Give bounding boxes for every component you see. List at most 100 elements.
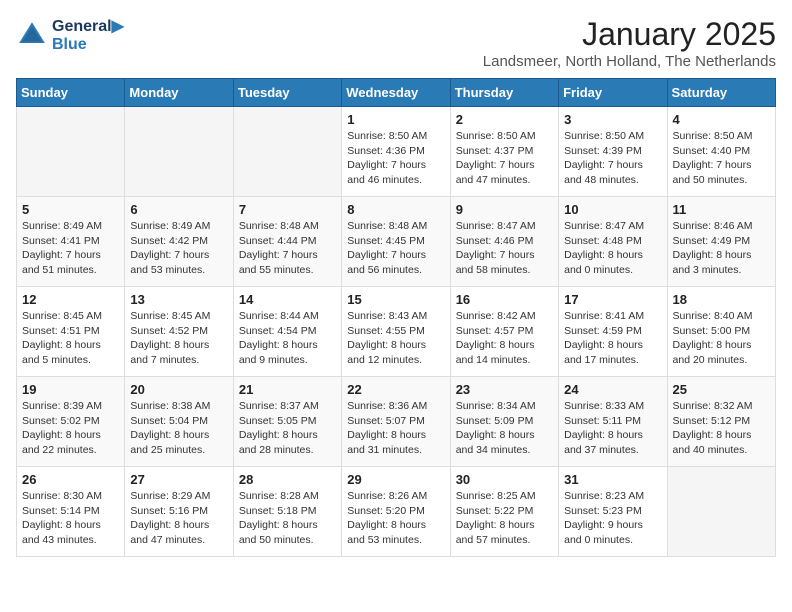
day-number: 21: [239, 382, 336, 397]
day-info: Sunrise: 8:37 AM Sunset: 5:05 PM Dayligh…: [239, 399, 336, 458]
day-info: Sunrise: 8:39 AM Sunset: 5:02 PM Dayligh…: [22, 399, 119, 458]
day-info: Sunrise: 8:45 AM Sunset: 4:52 PM Dayligh…: [130, 309, 227, 368]
day-number: 11: [673, 202, 770, 217]
calendar-cell: 7 Sunrise: 8:48 AM Sunset: 4:44 PM Daylig…: [233, 197, 341, 287]
day-number: 20: [130, 382, 227, 397]
week-row-5: 26Sunrise: 8:30 AM Sunset: 5:14 PM Dayli…: [17, 467, 776, 557]
day-number: 31: [564, 472, 661, 487]
calendar-cell: 2 Sunrise: 8:50 AM Sunset: 4:37 PM Daylig…: [450, 107, 558, 197]
calendar-cell: 29 Sunrise: 8:26 AM Sunset: 5:20 PM Dayli…: [342, 467, 450, 557]
calendar-cell: 19 Sunrise: 8:39 AM Sunset: 5:02 PM Dayli…: [17, 377, 125, 467]
weekday-header-thursday: Thursday: [450, 79, 558, 107]
calendar-cell: 30 Sunrise: 8:25 AM Sunset: 5:22 PM Dayli…: [450, 467, 558, 557]
day-info: Sunrise: 8:42 AM Sunset: 4:57 PM Dayligh…: [456, 309, 553, 368]
day-info: Sunrise: 8:29 AM Sunset: 5:16 PM Dayligh…: [130, 489, 227, 548]
day-number: 10: [564, 202, 661, 217]
day-number: 8: [347, 202, 444, 217]
day-info: Sunrise: 8:34 AM Sunset: 5:09 PM Dayligh…: [456, 399, 553, 458]
calendar-cell: 14 Sunrise: 8:44 AM Sunset: 4:54 PM Dayli…: [233, 287, 341, 377]
day-info: Sunrise: 8:28 AM Sunset: 5:18 PM Dayligh…: [239, 489, 336, 548]
day-number: 23: [456, 382, 553, 397]
weekday-header-saturday: Saturday: [667, 79, 775, 107]
calendar-cell: 25Sunrise: 8:32 AM Sunset: 5:12 PM Dayli…: [667, 377, 775, 467]
weekday-header-friday: Friday: [559, 79, 667, 107]
day-number: 18: [673, 292, 770, 307]
day-info: Sunrise: 8:50 AM Sunset: 4:36 PM Dayligh…: [347, 129, 444, 188]
day-number: 2: [456, 112, 553, 127]
day-info: Sunrise: 8:49 AM Sunset: 4:41 PM Dayligh…: [22, 219, 119, 278]
weekday-header-row: SundayMondayTuesdayWednesdayThursdayFrid…: [17, 79, 776, 107]
day-info: Sunrise: 8:30 AM Sunset: 5:14 PM Dayligh…: [22, 489, 119, 548]
day-info: Sunrise: 8:47 AM Sunset: 4:48 PM Dayligh…: [564, 219, 661, 278]
calendar-cell: [233, 107, 341, 197]
week-row-4: 19 Sunrise: 8:39 AM Sunset: 5:02 PM Dayli…: [17, 377, 776, 467]
week-row-2: 5 Sunrise: 8:49 AM Sunset: 4:41 PM Daylig…: [17, 197, 776, 287]
logo-icon: [16, 19, 48, 51]
calendar-cell: 15Sunrise: 8:43 AM Sunset: 4:55 PM Dayli…: [342, 287, 450, 377]
day-number: 12: [22, 292, 119, 307]
calendar-table: SundayMondayTuesdayWednesdayThursdayFrid…: [16, 78, 776, 557]
logo-text: General▶ Blue: [52, 16, 124, 54]
weekday-header-tuesday: Tuesday: [233, 79, 341, 107]
day-number: 5: [22, 202, 119, 217]
day-info: Sunrise: 8:38 AM Sunset: 5:04 PM Dayligh…: [130, 399, 227, 458]
day-number: 4: [673, 112, 770, 127]
day-info: Sunrise: 8:36 AM Sunset: 5:07 PM Dayligh…: [347, 399, 444, 458]
calendar-cell: 12 Sunrise: 8:45 AM Sunset: 4:51 PM Dayli…: [17, 287, 125, 377]
day-number: 30: [456, 472, 553, 487]
calendar-cell: 27Sunrise: 8:29 AM Sunset: 5:16 PM Dayli…: [125, 467, 233, 557]
weekday-header-sunday: Sunday: [17, 79, 125, 107]
day-number: 1: [347, 112, 444, 127]
calendar-cell: 18Sunrise: 8:40 AM Sunset: 5:00 PM Dayli…: [667, 287, 775, 377]
day-info: Sunrise: 8:50 AM Sunset: 4:37 PM Dayligh…: [456, 129, 553, 188]
title-area: January 2025 Landsmeer, North Holland, T…: [483, 16, 776, 70]
day-info: Sunrise: 8:50 AM Sunset: 4:40 PM Dayligh…: [673, 129, 770, 188]
calendar-cell: [125, 107, 233, 197]
day-number: 29: [347, 472, 444, 487]
day-info: Sunrise: 8:41 AM Sunset: 4:59 PM Dayligh…: [564, 309, 661, 368]
calendar-cell: 26Sunrise: 8:30 AM Sunset: 5:14 PM Dayli…: [17, 467, 125, 557]
day-number: 14: [239, 292, 336, 307]
header: General▶ Blue January 2025 Landsmeer, No…: [16, 16, 776, 70]
day-info: Sunrise: 8:26 AM Sunset: 5:20 PM Dayligh…: [347, 489, 444, 548]
location-subtitle: Landsmeer, North Holland, The Netherland…: [483, 53, 776, 70]
calendar-cell: 24Sunrise: 8:33 AM Sunset: 5:11 PM Dayli…: [559, 377, 667, 467]
calendar-cell: 23 Sunrise: 8:34 AM Sunset: 5:09 PM Dayli…: [450, 377, 558, 467]
weekday-header-wednesday: Wednesday: [342, 79, 450, 107]
day-info: Sunrise: 8:49 AM Sunset: 4:42 PM Dayligh…: [130, 219, 227, 278]
day-info: Sunrise: 8:46 AM Sunset: 4:49 PM Dayligh…: [673, 219, 770, 278]
calendar-cell: 4 Sunrise: 8:50 AM Sunset: 4:40 PM Daylig…: [667, 107, 775, 197]
day-number: 6: [130, 202, 227, 217]
calendar-cell: 9Sunrise: 8:47 AM Sunset: 4:46 PM Daylig…: [450, 197, 558, 287]
calendar-cell: 16 Sunrise: 8:42 AM Sunset: 4:57 PM Dayli…: [450, 287, 558, 377]
day-number: 13: [130, 292, 227, 307]
day-info: Sunrise: 8:48 AM Sunset: 4:45 PM Dayligh…: [347, 219, 444, 278]
day-number: 25: [673, 382, 770, 397]
calendar-cell: 5 Sunrise: 8:49 AM Sunset: 4:41 PM Daylig…: [17, 197, 125, 287]
day-info: Sunrise: 8:23 AM Sunset: 5:23 PM Dayligh…: [564, 489, 661, 548]
calendar-cell: 21 Sunrise: 8:37 AM Sunset: 5:05 PM Dayli…: [233, 377, 341, 467]
day-number: 16: [456, 292, 553, 307]
day-info: Sunrise: 8:44 AM Sunset: 4:54 PM Dayligh…: [239, 309, 336, 368]
calendar-cell: [667, 467, 775, 557]
day-info: Sunrise: 8:45 AM Sunset: 4:51 PM Dayligh…: [22, 309, 119, 368]
calendar-cell: 28 Sunrise: 8:28 AM Sunset: 5:18 PM Dayli…: [233, 467, 341, 557]
calendar-cell: 1 Sunrise: 8:50 AM Sunset: 4:36 PM Daylig…: [342, 107, 450, 197]
day-info: Sunrise: 8:43 AM Sunset: 4:55 PM Dayligh…: [347, 309, 444, 368]
calendar-cell: 31 Sunrise: 8:23 AM Sunset: 5:23 PM Dayli…: [559, 467, 667, 557]
day-number: 9: [456, 202, 553, 217]
week-row-3: 12 Sunrise: 8:45 AM Sunset: 4:51 PM Dayli…: [17, 287, 776, 377]
day-info: Sunrise: 8:48 AM Sunset: 4:44 PM Dayligh…: [239, 219, 336, 278]
day-number: 22: [347, 382, 444, 397]
weekday-header-monday: Monday: [125, 79, 233, 107]
week-row-1: 1 Sunrise: 8:50 AM Sunset: 4:36 PM Daylig…: [17, 107, 776, 197]
calendar-cell: 13 Sunrise: 8:45 AM Sunset: 4:52 PM Dayli…: [125, 287, 233, 377]
day-number: 17: [564, 292, 661, 307]
calendar-cell: 6 Sunrise: 8:49 AM Sunset: 4:42 PM Daylig…: [125, 197, 233, 287]
day-info: Sunrise: 8:25 AM Sunset: 5:22 PM Dayligh…: [456, 489, 553, 548]
day-number: 24: [564, 382, 661, 397]
calendar-cell: 8 Sunrise: 8:48 AM Sunset: 4:45 PM Daylig…: [342, 197, 450, 287]
day-number: 7: [239, 202, 336, 217]
day-number: 28: [239, 472, 336, 487]
day-number: 19: [22, 382, 119, 397]
